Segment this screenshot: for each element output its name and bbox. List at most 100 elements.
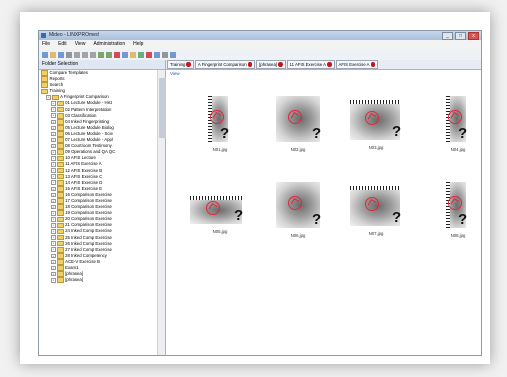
- thumbnail-grid: ? N01.jpg? N02.jpg? N03.jpg? N04.jpg? N05.jpg…: [166, 78, 481, 355]
- minutiae-marker-icon: [365, 197, 379, 211]
- sidebar-scrollbar[interactable]: [157, 70, 219, 355]
- folder-icon: [56, 186, 64, 192]
- expand-icon[interactable]: +: [51, 259, 56, 265]
- folder-icon: [41, 88, 48, 95]
- tab-0[interactable]: Training: [167, 60, 194, 69]
- thumbnail-item[interactable]: ? N03.jpg: [346, 96, 406, 176]
- expand-icon[interactable]: +: [51, 192, 56, 198]
- thumbnail-item[interactable]: ? N02.jpg: [268, 96, 328, 176]
- expand-icon[interactable]: +: [51, 235, 56, 240]
- close-button[interactable]: x: [468, 32, 479, 40]
- expand-icon[interactable]: +: [51, 162, 56, 167]
- help-icon[interactable]: [170, 51, 176, 58]
- expand-icon[interactable]: +: [51, 107, 56, 112]
- main-panel: Training A Fingerprint Comparison [phrasea…: [166, 60, 481, 355]
- window-controls: _ □ x: [442, 32, 479, 40]
- tab-label: [phrasea]: [259, 62, 278, 67]
- tab-2[interactable]: [phrasea]: [256, 60, 286, 69]
- tab-4[interactable]: AFIS Exercise A: [335, 60, 379, 69]
- folder-icon: [56, 240, 64, 247]
- thumbnail-caption: N01.jpg: [212, 147, 228, 152]
- expand-icon[interactable]: +: [51, 229, 56, 234]
- print-icon[interactable]: [66, 51, 72, 58]
- expand-icon[interactable]: +: [51, 210, 56, 216]
- save-icon[interactable]: [58, 51, 64, 58]
- color-icon[interactable]: [130, 51, 136, 58]
- cut-icon[interactable]: [74, 51, 80, 58]
- folder-icon: [56, 155, 64, 162]
- unknown-status-icon: ?: [458, 211, 468, 228]
- grid-icon[interactable]: [138, 51, 144, 58]
- expand-icon[interactable]: +: [51, 149, 56, 155]
- settings-icon[interactable]: [162, 51, 168, 58]
- tab-strip: Training A Fingerprint Comparison [phrasea…: [166, 60, 481, 70]
- menu-view[interactable]: View: [75, 40, 86, 49]
- new-icon[interactable]: [42, 51, 48, 58]
- folder-icon: [56, 119, 64, 125]
- minimize-button[interactable]: _: [442, 32, 453, 40]
- tree-item[interactable]: + [phrasea]: [39, 277, 157, 284]
- expand-icon[interactable]: +: [51, 186, 56, 192]
- open-icon[interactable]: [50, 51, 56, 58]
- tab-3[interactable]: 11 AFIS Exercise A: [286, 60, 335, 69]
- expand-icon[interactable]: +: [51, 204, 56, 210]
- folder-icon: [41, 76, 48, 82]
- expand-icon[interactable]: +: [51, 101, 56, 106]
- expand-icon[interactable]: +: [51, 241, 56, 246]
- expand-icon[interactable]: +: [51, 143, 56, 149]
- unknown-status-icon: ?: [312, 125, 322, 142]
- folder-icon: [56, 271, 64, 277]
- report-icon[interactable]: [154, 51, 160, 58]
- tab-close-icon[interactable]: [278, 62, 283, 67]
- view-link[interactable]: View: [170, 71, 180, 76]
- expand-icon[interactable]: +: [51, 180, 56, 186]
- copy-icon[interactable]: [82, 51, 88, 58]
- sidebar-header: Folder Selection: [39, 60, 165, 70]
- undo-icon[interactable]: [98, 51, 104, 58]
- unknown-status-icon: ?: [392, 123, 402, 140]
- expand-icon[interactable]: +: [51, 253, 56, 259]
- menu-administration[interactable]: Administration: [93, 40, 125, 49]
- thumbnail-item[interactable]: ? N04.jpg: [428, 96, 481, 176]
- expand-icon[interactable]: +: [51, 217, 56, 222]
- expand-icon[interactable]: +: [51, 265, 56, 271]
- folder-icon: [56, 100, 64, 107]
- expand-icon[interactable]: +: [51, 277, 56, 283]
- expand-icon[interactable]: +: [51, 137, 56, 143]
- expand-icon[interactable]: +: [51, 119, 56, 125]
- expand-icon[interactable]: +: [46, 95, 51, 100]
- expand-icon[interactable]: +: [51, 247, 56, 253]
- thumbnail-item[interactable]: ? N01.jpg: [190, 96, 250, 176]
- expand-icon[interactable]: +: [51, 168, 56, 173]
- delete-icon[interactable]: [114, 51, 120, 58]
- tab-close-icon[interactable]: [186, 62, 191, 67]
- compare-icon[interactable]: [146, 51, 152, 58]
- menu-edit[interactable]: Edit: [58, 40, 67, 49]
- minutiae-marker-icon: [448, 110, 462, 124]
- tab-label: Training: [170, 62, 186, 67]
- tab-close-icon[interactable]: [327, 62, 332, 67]
- expand-icon[interactable]: +: [51, 125, 56, 131]
- thumbnail-item[interactable]: ? N06.jpg: [268, 182, 328, 262]
- thumbnail-item[interactable]: ? N08.jpg: [428, 182, 481, 262]
- expand-icon[interactable]: +: [51, 174, 56, 179]
- expand-icon[interactable]: +: [51, 113, 56, 118]
- menu-help[interactable]: Help: [133, 40, 143, 49]
- maximize-button[interactable]: □: [455, 32, 466, 40]
- zoom-icon[interactable]: [122, 51, 128, 58]
- expand-icon[interactable]: +: [51, 223, 56, 228]
- thumbnail-item[interactable]: ? N05.jpg: [190, 182, 250, 262]
- tab-close-icon[interactable]: [247, 62, 253, 67]
- thumbnail-item[interactable]: ? N07.jpg: [346, 182, 406, 262]
- redo-icon[interactable]: [106, 51, 112, 58]
- expand-icon[interactable]: +: [51, 131, 56, 137]
- expand-icon[interactable]: +: [51, 156, 56, 161]
- minutiae-marker-icon: [365, 111, 379, 125]
- paste-icon[interactable]: [90, 51, 96, 58]
- menu-file[interactable]: File: [42, 40, 50, 49]
- expand-icon[interactable]: +: [51, 271, 56, 277]
- expand-icon[interactable]: +: [51, 198, 56, 204]
- tab-close-icon[interactable]: [370, 62, 376, 67]
- folder-icon: [56, 259, 64, 265]
- tab-1[interactable]: A Fingerprint Comparison: [194, 60, 256, 69]
